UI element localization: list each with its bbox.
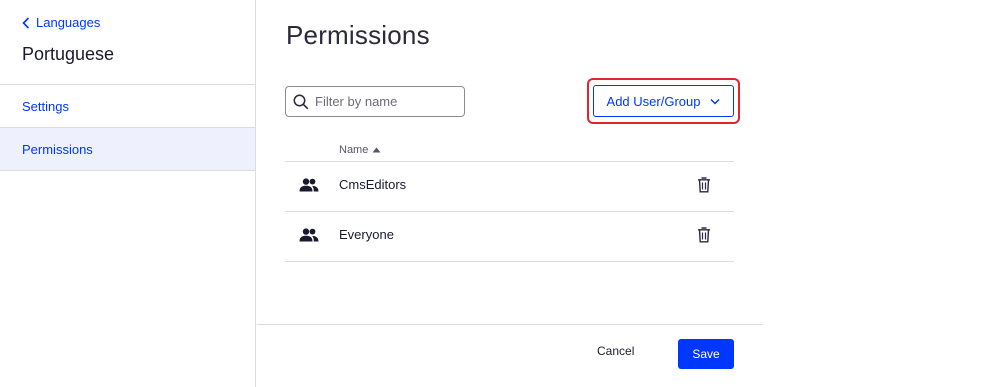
footer-divider [257, 324, 763, 325]
name-column-label: Name [339, 144, 369, 156]
add-user-group-label: Add User/Group [606, 93, 701, 109]
page-title: Permissions [286, 20, 430, 50]
sidebar-item-settings[interactable]: Settings [0, 85, 255, 127]
back-link-label: Languages [36, 15, 101, 30]
sidebar-title: Portuguese [22, 44, 115, 64]
table-header: Name [285, 138, 734, 162]
sort-ascending-icon [372, 147, 381, 153]
name-column-header[interactable]: Name [339, 144, 381, 156]
search-field[interactable] [285, 86, 465, 117]
group-icon [299, 178, 319, 192]
trash-icon[interactable] [697, 176, 711, 193]
sidebar-item-label: Permissions [22, 141, 93, 157]
trash-icon[interactable] [697, 226, 711, 243]
main-panel: Permissions Add User/Group Name CmsEdito… [257, 0, 763, 387]
sidebar-divider [0, 170, 255, 171]
chevron-down-icon [710, 98, 720, 105]
sidebar: Languages Portuguese Settings Permission… [0, 0, 256, 387]
sidebar-item-permissions[interactable]: Permissions [0, 128, 255, 170]
permissions-table: Name CmsEditors Everyone [285, 138, 734, 262]
table-row: Everyone [285, 212, 734, 262]
cancel-button[interactable]: Cancel [597, 344, 634, 358]
group-icon [299, 228, 319, 242]
search-input[interactable] [315, 94, 455, 109]
row-name: Everyone [339, 227, 394, 242]
add-user-group-highlight: Add User/Group [587, 78, 740, 124]
back-to-languages-link[interactable]: Languages [22, 15, 100, 30]
search-icon [293, 94, 309, 109]
add-user-group-button[interactable]: Add User/Group [593, 85, 734, 117]
sidebar-item-label: Settings [22, 98, 69, 114]
table-row: CmsEditors [285, 162, 734, 212]
chevron-left-icon [22, 16, 30, 29]
row-name: CmsEditors [339, 177, 407, 192]
save-button[interactable]: Save [678, 339, 734, 369]
